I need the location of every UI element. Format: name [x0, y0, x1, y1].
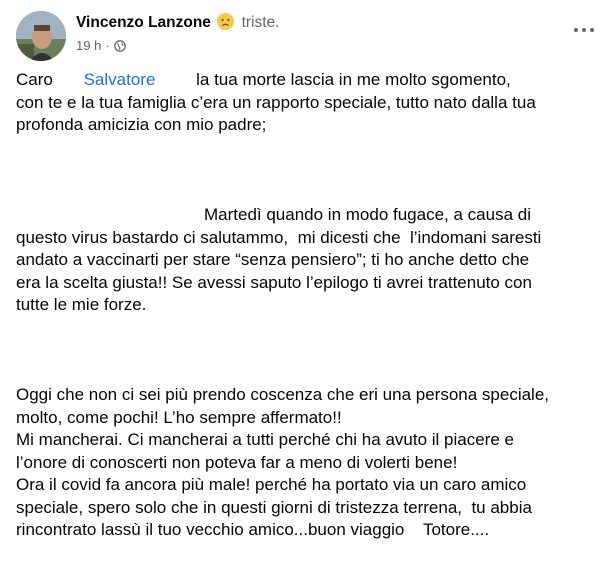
tagged-person-link[interactable]: Salvatore [84, 70, 156, 89]
post-meta: 19 h · [76, 38, 126, 55]
post-text-line: Martedì quando in modo fugace, a causa d… [16, 204, 606, 227]
post-text-line: molto, come pochi! L’ho sempre affermato… [16, 407, 342, 427]
text-segment: Martedì quando in modo fugace, a causa d… [204, 205, 531, 224]
post-text-line: con te e la tua famiglia c’era un rappor… [16, 92, 536, 112]
post-text-line: Mi mancherai. Ci mancherai a tutti perch… [16, 430, 514, 449]
author-name[interactable]: Vincenzo Lanzone [76, 14, 211, 31]
post-text-line: Ora il covid fa ancora più male! perché … [16, 475, 527, 494]
meta-separator: · [105, 38, 110, 53]
author-line: Vincenzo Lanzone triste. [76, 13, 279, 32]
post-text-line: Caro Salvatore la tua morte lascia in me… [16, 69, 606, 92]
globe-icon[interactable] [113, 40, 126, 55]
post-body: Caro Salvatore la tua morte lascia in me… [16, 69, 606, 542]
text-segment: Caro [16, 70, 58, 89]
post-text-line: era la scelta giusta!! Se avessi saputo … [16, 272, 532, 292]
post-text-line: l’onore di conoscerti non poteva far a m… [16, 452, 458, 472]
post-text-line: questo virus bastardo ci salutammo, mi d… [16, 227, 542, 247]
post-text-line: speciale, spero solo che in questi giorn… [16, 497, 532, 517]
post-time[interactable]: 19 h [76, 38, 101, 53]
sad-face-emoji-icon [217, 13, 235, 30]
text-segment: la tua morte lascia in me molto sgomento… [191, 70, 511, 89]
feeling-text: triste. [241, 14, 280, 31]
more-options-icon[interactable] [568, 20, 600, 40]
post-text-line: rincontrato lassù il tuo vecchio amico..… [16, 520, 490, 539]
post-text-line: tutte le mie forze. [16, 295, 147, 314]
post-header: Vincenzo Lanzone triste. 19 h · [16, 10, 600, 61]
post-text-line: profonda amicizia con mio padre; [16, 115, 267, 134]
post-text-line: andato a vaccinarti per stare “senza pen… [16, 250, 530, 269]
post-text-line: Oggi che non ci sei più prendo coscenza … [16, 385, 550, 404]
avatar[interactable] [16, 11, 66, 61]
